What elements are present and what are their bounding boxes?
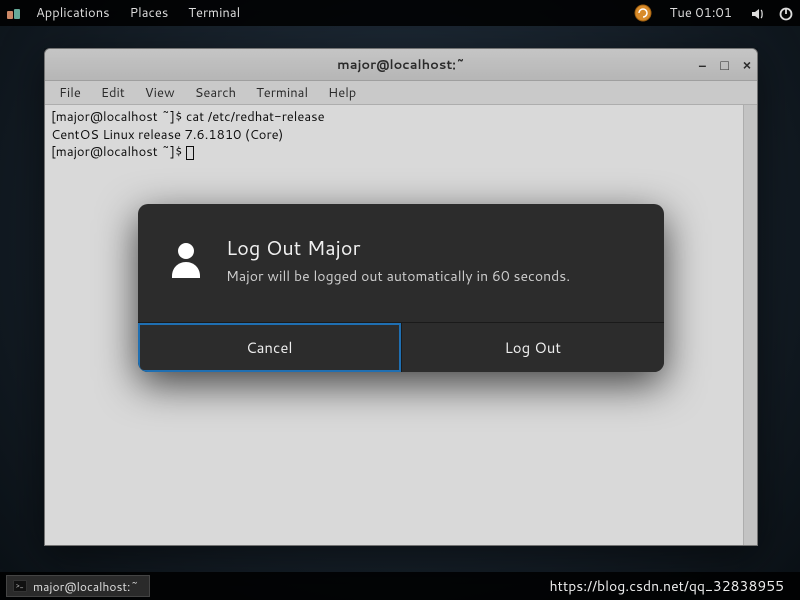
places-menu[interactable]: Places bbox=[120, 0, 179, 26]
activities-icon bbox=[6, 5, 22, 21]
terminal-icon: >_ bbox=[13, 579, 27, 593]
top-panel: Applications Places Terminal Tue 01:01 bbox=[0, 0, 800, 26]
update-icon[interactable] bbox=[634, 4, 652, 23]
svg-text:>_: >_ bbox=[16, 581, 24, 591]
bottom-panel: >_ major@localhost:~ https://blog.csdn.n… bbox=[0, 572, 800, 600]
user-icon bbox=[166, 238, 206, 284]
dialog-message: Major will be logged out automatically i… bbox=[226, 266, 570, 286]
logout-dialog: Log Out Major Major will be logged out a… bbox=[138, 204, 664, 372]
terminal-menu[interactable]: Terminal bbox=[178, 0, 250, 26]
power-icon[interactable] bbox=[778, 4, 794, 22]
taskbar-terminal[interactable]: >_ major@localhost:~ bbox=[6, 575, 150, 597]
logout-button[interactable]: Log Out bbox=[402, 323, 665, 372]
system-tray: Tue 01:01 bbox=[634, 4, 794, 23]
clock[interactable]: Tue 01:01 bbox=[670, 4, 732, 22]
dialog-title: Log Out Major bbox=[226, 234, 570, 262]
watermark-text: https://blog.csdn.net/qq_32838955 bbox=[550, 576, 785, 596]
cancel-button[interactable]: Cancel bbox=[138, 323, 402, 372]
taskbar-label: major@localhost:~ bbox=[33, 578, 139, 595]
applications-menu[interactable]: Applications bbox=[26, 0, 120, 26]
volume-icon[interactable] bbox=[750, 4, 766, 22]
